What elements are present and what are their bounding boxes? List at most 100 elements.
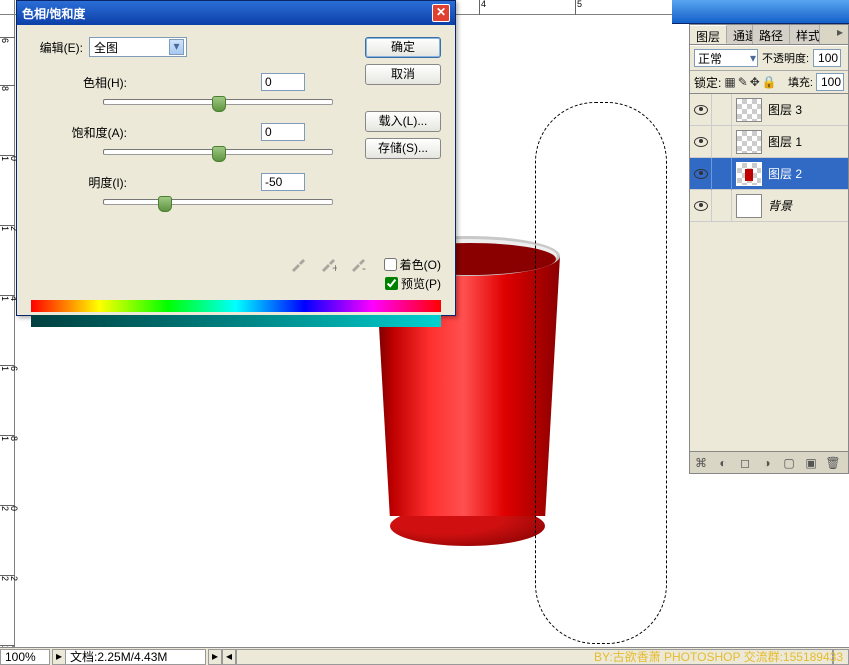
hue-saturation-dialog: 色相/饱和度 ✕ 编辑(E): 全图 ▾ 色相(H): 饱和度(A): bbox=[16, 0, 456, 316]
visibility-toggle[interactable] bbox=[690, 94, 712, 126]
edit-dropdown[interactable]: 全图 ▾ bbox=[89, 37, 187, 57]
sat-input[interactable] bbox=[261, 123, 305, 141]
ruler-tick: 6 bbox=[0, 37, 15, 43]
new-layer-icon[interactable]: ▣ bbox=[804, 456, 818, 470]
adjust-icon[interactable]: ◑ bbox=[760, 456, 774, 470]
ruler-origin[interactable] bbox=[0, 0, 15, 15]
layer-thumbnail[interactable] bbox=[736, 194, 762, 218]
slider-thumb[interactable] bbox=[158, 196, 172, 212]
save-button[interactable]: 存储(S)... bbox=[365, 138, 441, 159]
dialog-title: 色相/饱和度 bbox=[22, 5, 85, 22]
slider-thumb[interactable] bbox=[212, 96, 226, 112]
sat-slider[interactable] bbox=[103, 149, 333, 155]
panel-tabs: 图层 通道 路径 样式 ▸ bbox=[690, 25, 848, 45]
layer-row[interactable]: 背景 bbox=[690, 190, 848, 222]
edit-value: 全图 bbox=[94, 39, 118, 56]
layer-thumbnail[interactable] bbox=[736, 130, 762, 154]
blend-mode-dropdown[interactable]: 正常 ▾ bbox=[694, 49, 758, 67]
eye-icon bbox=[694, 169, 708, 179]
layer-panel-footer: ⌘ ◐ ◻ ◑ ▢ ▣ 🗑 bbox=[690, 451, 848, 473]
scroll-left-icon[interactable]: ◂ bbox=[222, 649, 236, 665]
close-icon[interactable]: ✕ bbox=[432, 4, 450, 22]
chevron-down-icon[interactable]: ▾ bbox=[750, 51, 756, 65]
lock-paint-icon[interactable]: ✎ bbox=[738, 75, 748, 89]
slider-thumb[interactable] bbox=[212, 146, 226, 162]
ruler-tick: 8 bbox=[0, 85, 15, 91]
lock-label: 锁定: bbox=[694, 74, 721, 91]
trash-icon[interactable]: 🗑 bbox=[826, 456, 840, 470]
layer-list: 图层 3 图层 1 图层 2 背景 bbox=[690, 93, 848, 222]
folder-icon[interactable]: ▢ bbox=[782, 456, 796, 470]
tab-layers[interactable]: 图层 bbox=[690, 25, 727, 44]
fx-icon[interactable]: ◐ bbox=[716, 456, 730, 470]
tab-styles[interactable]: 样式 bbox=[790, 25, 820, 44]
layer-row[interactable]: 图层 1 bbox=[690, 126, 848, 158]
ruler-tick: 18 bbox=[0, 435, 15, 441]
eyedropper-icon[interactable] bbox=[289, 255, 307, 273]
ruler-tick: 12 bbox=[0, 225, 15, 231]
layer-row[interactable]: 图层 2 bbox=[690, 158, 848, 190]
opacity-value[interactable]: 100 bbox=[813, 49, 841, 67]
link-cell[interactable] bbox=[712, 94, 732, 126]
edit-label: 编辑(E): bbox=[31, 39, 89, 56]
svg-text:-: - bbox=[362, 261, 366, 273]
tab-channels[interactable]: 通道 bbox=[727, 25, 753, 44]
lock-move-icon[interactable]: ✥ bbox=[750, 75, 760, 89]
light-slider[interactable] bbox=[103, 199, 333, 205]
lock-all-icon[interactable]: 🔒 bbox=[762, 75, 777, 89]
ruler-tick: 16 bbox=[0, 365, 15, 371]
layer-thumbnail[interactable] bbox=[736, 162, 762, 186]
link-cell[interactable] bbox=[712, 190, 732, 222]
tab-paths[interactable]: 路径 bbox=[753, 25, 790, 44]
eyedropper-group: + - bbox=[289, 255, 367, 273]
zoom-menu-icon[interactable]: ▸ bbox=[52, 649, 66, 665]
fill-value[interactable]: 100 bbox=[816, 73, 844, 91]
doc-menu-icon[interactable]: ▸ bbox=[208, 649, 222, 665]
cancel-button[interactable]: 取消 bbox=[365, 64, 441, 85]
link-cell[interactable] bbox=[712, 158, 732, 190]
ok-button[interactable]: 确定 bbox=[365, 37, 441, 58]
hue-input[interactable] bbox=[261, 73, 305, 91]
ruler-tick: 4 bbox=[479, 0, 486, 15]
layer-row[interactable]: 图层 3 bbox=[690, 94, 848, 126]
link-icon[interactable]: ⌘ bbox=[694, 456, 708, 470]
eyedropper-add-icon[interactable]: + bbox=[319, 255, 337, 273]
eye-icon bbox=[694, 137, 708, 147]
ruler-tick: 14 bbox=[0, 295, 15, 301]
lock-trans-icon[interactable]: ▦ bbox=[724, 75, 735, 89]
layer-thumbnail[interactable] bbox=[736, 98, 762, 122]
eye-icon bbox=[694, 201, 708, 211]
result-spectrum-bar bbox=[31, 315, 441, 327]
svg-text:+: + bbox=[332, 261, 337, 273]
link-cell[interactable] bbox=[712, 126, 732, 158]
hue-slider[interactable] bbox=[103, 99, 333, 105]
dialog-titlebar[interactable]: 色相/饱和度 ✕ bbox=[17, 1, 455, 25]
layers-panel: 图层 通道 路径 样式 ▸ 正常 ▾ 不透明度: 100 锁定: ▦ ✎ ✥ 🔒… bbox=[689, 24, 849, 474]
chevron-down-icon[interactable]: ▾ bbox=[169, 39, 184, 55]
window-titlebar-fragment bbox=[672, 0, 849, 24]
preview-checkbox[interactable]: 预览(P) bbox=[385, 275, 441, 292]
layer-name[interactable]: 图层 3 bbox=[766, 101, 848, 118]
light-input[interactable] bbox=[261, 173, 305, 191]
load-button[interactable]: 载入(L)... bbox=[365, 111, 441, 132]
hue-spectrum-bar bbox=[31, 300, 441, 312]
watermark-text: BY:古欲香萧 PHOTOSHOP 交流群:155189433 bbox=[594, 648, 843, 665]
layer-name[interactable]: 背景 bbox=[766, 197, 848, 214]
colorize-checkbox[interactable]: 着色(O) bbox=[384, 256, 441, 273]
doc-size[interactable]: 文档:2.25M/4.43M bbox=[66, 649, 206, 665]
selection-marquee[interactable] bbox=[535, 102, 667, 644]
panel-menu-icon[interactable]: ▸ bbox=[832, 25, 848, 39]
visibility-toggle[interactable] bbox=[690, 190, 712, 222]
ruler-tick: 10 bbox=[0, 155, 15, 161]
layer-name[interactable]: 图层 1 bbox=[766, 133, 848, 150]
visibility-toggle[interactable] bbox=[690, 126, 712, 158]
fill-label: 填充: bbox=[788, 74, 813, 90]
mask-icon[interactable]: ◻ bbox=[738, 456, 752, 470]
hue-label: 色相(H): bbox=[61, 74, 133, 91]
layer-name[interactable]: 图层 2 bbox=[766, 165, 848, 182]
visibility-toggle[interactable] bbox=[690, 158, 712, 190]
zoom-level[interactable]: 100% bbox=[0, 649, 50, 665]
sat-label: 饱和度(A): bbox=[61, 124, 133, 141]
ruler-tick: 22 bbox=[0, 575, 15, 581]
eyedropper-sub-icon[interactable]: - bbox=[349, 255, 367, 273]
